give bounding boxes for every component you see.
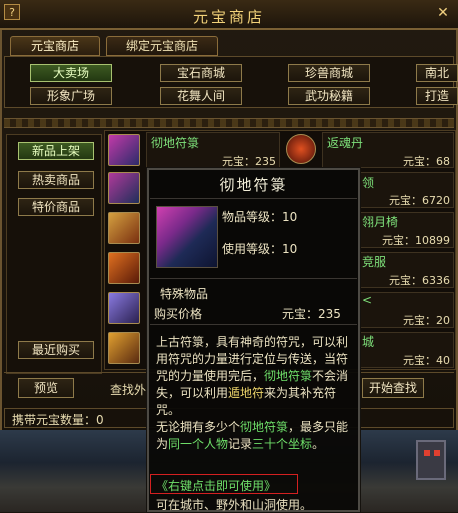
lamp-icon	[434, 450, 440, 456]
category-pet-mall[interactable]: 珍兽商城	[288, 64, 370, 82]
item-price: 元宝：10899	[382, 234, 450, 247]
item-name: 竞服	[362, 255, 387, 269]
talisman-icon	[156, 206, 218, 268]
talisman-icon[interactable]	[108, 134, 140, 166]
crystal-icon[interactable]	[108, 292, 140, 324]
divider	[150, 324, 357, 325]
close-icon[interactable]: ✕	[434, 4, 452, 22]
item-description: 上古符箓，具有神奇的符咒，可以利用符咒的力量进行定位与传送，当符咒的力量使用完后…	[156, 335, 349, 451]
sidebar	[6, 134, 102, 374]
item-name: 返魂丹	[327, 136, 364, 150]
category-appearance[interactable]: 形象广场	[30, 87, 112, 105]
lamp-icon	[424, 450, 430, 456]
item-name-fragment: 城	[362, 335, 375, 349]
elixir-icon[interactable]	[286, 134, 316, 164]
window-title: 元宝商店	[192, 8, 265, 26]
item-name-fragment: 领	[362, 176, 375, 190]
tab-yuanbao-shop[interactable]: 元宝商店	[10, 36, 100, 56]
search-label: 查找外	[110, 383, 147, 397]
item-name: 彻地符箓	[151, 136, 200, 150]
item-price: 元宝：235	[222, 155, 276, 168]
item-price: 元宝：40	[403, 354, 450, 367]
item-name-fragment: <	[362, 293, 373, 307]
category-forge[interactable]: 打造	[416, 87, 458, 105]
buy-price: 元宝：235	[282, 307, 341, 321]
chest-icon[interactable]	[108, 212, 140, 244]
lantern-icon[interactable]	[108, 332, 140, 364]
item-price: 元宝：6720	[389, 194, 450, 207]
carry-yuanbao-count: 携带元宝数量：0	[12, 413, 104, 427]
sidebar-item-sale[interactable]: 特价商品	[18, 198, 94, 216]
start-search-button[interactable]: 开始查找	[362, 378, 424, 398]
sidebar-item-new[interactable]: 新品上架	[18, 142, 94, 160]
item-price: 元宝：68	[403, 155, 450, 168]
tab-bound-yuanbao-shop[interactable]: 绑定元宝商店	[106, 36, 218, 56]
buy-price-label: 购买价格	[154, 307, 203, 321]
talisman-icon[interactable]	[108, 172, 140, 204]
category-nanbei[interactable]: 南北	[416, 64, 458, 82]
help-button[interactable]: ?	[4, 4, 20, 20]
divider	[4, 118, 454, 128]
use-level: 使用等级：10	[222, 242, 298, 256]
item-name: 翎月椅	[362, 215, 399, 229]
category-martial-books[interactable]: 武功秘籍	[288, 87, 370, 105]
item-price: 元宝：6336	[389, 274, 450, 287]
treasure-box-icon[interactable]	[108, 252, 140, 284]
category-flower-dance[interactable]: 花舞人间	[160, 87, 242, 105]
building-icon	[416, 440, 446, 480]
sidebar-item-hot[interactable]: 热卖商品	[18, 171, 94, 189]
item-price: 元宝：20	[403, 314, 450, 327]
usage-location: 可在城市、野外和山洞使用。	[156, 498, 313, 512]
item-level: 物品等级：10	[222, 210, 298, 224]
divider	[150, 198, 357, 199]
sidebar-item-recent[interactable]: 最近购买	[18, 341, 94, 359]
category-grand-market[interactable]: 大卖场	[30, 64, 112, 82]
tooltip-title: 彻地符箓	[219, 176, 288, 194]
item-type: 特殊物品	[160, 287, 209, 301]
preview-button[interactable]: 预览	[18, 378, 74, 398]
usage-hint: 《右键点击即可使用》	[156, 479, 277, 493]
divider	[150, 278, 357, 279]
category-gem-mall[interactable]: 宝石商城	[160, 64, 242, 82]
